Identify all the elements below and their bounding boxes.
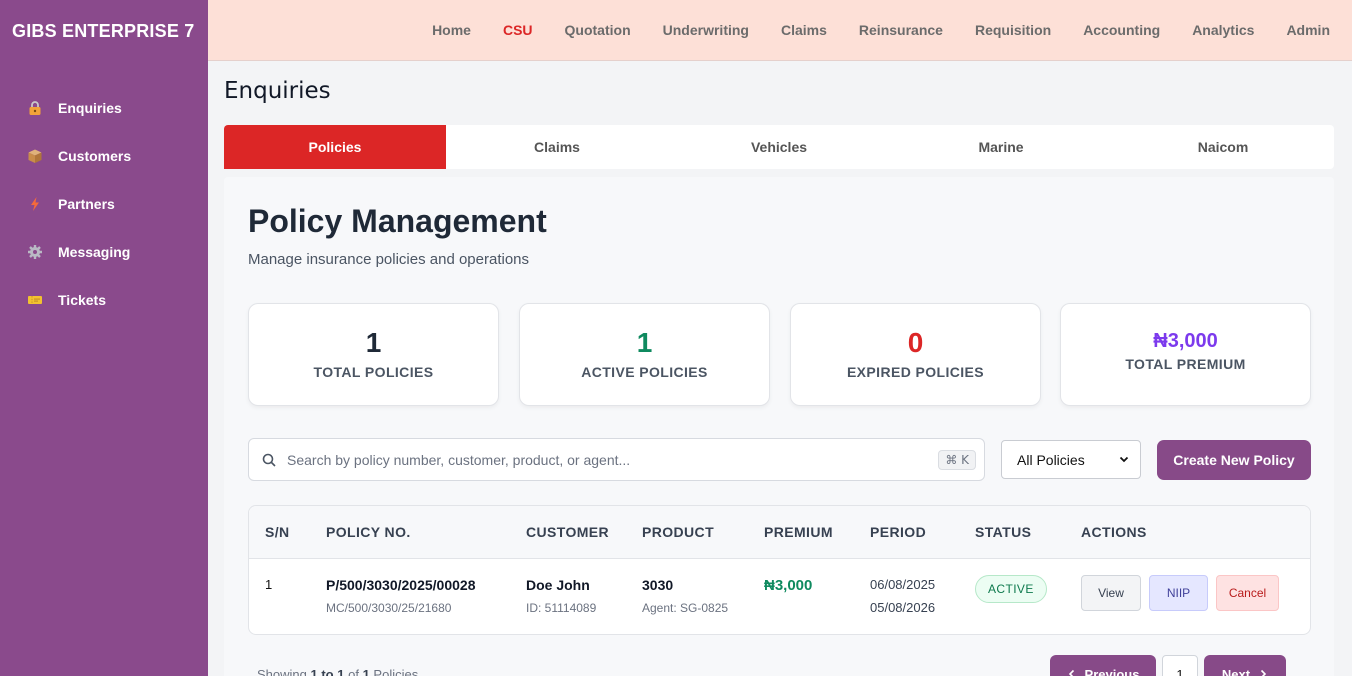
stat-label: EXPIRED POLICIES — [846, 364, 985, 380]
chevron-down-icon — [1118, 452, 1130, 468]
topnav-accounting[interactable]: Accounting — [1067, 22, 1176, 38]
column-header: POLICY NO. — [326, 524, 411, 540]
cell-premium: ₦3,000 — [764, 577, 813, 594]
stat-card-expired-policies: 0 EXPIRED POLICIES — [790, 303, 1041, 406]
column-header: PERIOD — [870, 524, 927, 540]
brand-title[interactable]: GIBS ENTERPRISE 7 — [0, 0, 208, 62]
tab-marine[interactable]: Marine — [890, 125, 1112, 169]
column-header: CUSTOMER — [526, 524, 610, 540]
main-content: Enquiries Policies Claims Vehicles Marin… — [208, 62, 1352, 676]
box-icon — [26, 147, 44, 165]
policies-table: S/N POLICY NO. CUSTOMER PRODUCT PREMIUM … — [248, 505, 1311, 635]
cell-period-end: 05/08/2026 — [870, 600, 936, 615]
topnav-quotation[interactable]: Quotation — [549, 22, 647, 38]
stat-value: 1 — [365, 327, 382, 358]
sidebar-item-label: Partners — [58, 196, 115, 212]
sidebar-item-label: Messaging — [58, 244, 131, 260]
topnav-csu[interactable]: CSU — [487, 22, 549, 38]
topnav-analytics[interactable]: Analytics — [1176, 22, 1270, 38]
create-new-policy-button[interactable]: Create New Policy — [1157, 440, 1311, 480]
column-header: STATUS — [975, 524, 1032, 540]
lock-icon — [26, 99, 44, 117]
top-navigation: Home CSU Quotation Underwriting Claims R… — [208, 0, 1352, 61]
topnav-reinsurance[interactable]: Reinsurance — [843, 22, 959, 38]
stat-card-total-policies: 1 TOTAL POLICIES — [248, 303, 499, 406]
section-title: Policy Management — [248, 203, 547, 239]
niip-button[interactable]: NIIP — [1149, 575, 1208, 611]
sidebar: GIBS ENTERPRISE 7 Enquiries Customers Pa… — [0, 0, 208, 676]
column-header: PRODUCT — [642, 524, 715, 540]
cell-period-start: 06/08/2025 — [870, 577, 936, 592]
sidebar-item-label: Tickets — [58, 292, 106, 308]
cancel-button[interactable]: Cancel — [1216, 575, 1279, 611]
column-header: ACTIONS — [1081, 524, 1147, 540]
stat-value: 0 — [907, 327, 924, 358]
cell-product: 3030 — [642, 577, 674, 593]
topnav-claims[interactable]: Claims — [765, 22, 843, 38]
stat-value: ₦3,000 — [1153, 330, 1218, 352]
tab-naicom[interactable]: Naicom — [1112, 125, 1334, 169]
enquiry-tabs: Policies Claims Vehicles Marine Naicom — [224, 125, 1334, 169]
ticket-icon — [26, 291, 44, 309]
chevron-left-icon — [1067, 667, 1077, 676]
filter-selected-value: All Policies — [1017, 451, 1085, 468]
cell-customer-name: Doe John — [526, 577, 590, 593]
stat-card-total-premium: ₦3,000 TOTAL PREMIUM — [1060, 303, 1311, 406]
sidebar-item-tickets[interactable]: Tickets — [0, 276, 208, 324]
topnav-underwriting[interactable]: Underwriting — [647, 22, 765, 38]
page-title: Enquiries — [224, 78, 331, 104]
search-box: ⌘ K — [248, 438, 985, 481]
sidebar-nav: Enquiries Customers Partners Messaging T… — [0, 84, 208, 324]
sidebar-item-partners[interactable]: Partners — [0, 180, 208, 228]
sidebar-item-label: Customers — [58, 148, 132, 164]
stat-label: ACTIVE POLICIES — [581, 364, 708, 380]
stat-value: 1 — [636, 327, 653, 358]
table-header: S/N POLICY NO. CUSTOMER PRODUCT PREMIUM … — [249, 506, 1310, 559]
sidebar-item-customers[interactable]: Customers — [0, 132, 208, 180]
policy-management-panel: Policy Management Manage insurance polic… — [224, 177, 1334, 676]
cell-policy-number[interactable]: P/500/3030/2025/00028 — [326, 577, 475, 593]
section-subtitle: Manage insurance policies and operations — [248, 251, 530, 268]
keyboard-shortcut-hint: ⌘ K — [938, 449, 976, 470]
sidebar-item-messaging[interactable]: Messaging — [0, 228, 208, 276]
column-header: S/N — [265, 524, 290, 540]
tab-vehicles[interactable]: Vehicles — [668, 125, 890, 169]
cell-sn: 1 — [265, 577, 273, 592]
cell-agent: Agent: SG-0825 — [642, 601, 729, 615]
topnav-admin[interactable]: Admin — [1270, 22, 1346, 38]
view-button[interactable]: View — [1081, 575, 1141, 611]
topnav-requisition[interactable]: Requisition — [959, 22, 1067, 38]
stat-label: TOTAL POLICIES — [313, 364, 434, 380]
sidebar-item-label: Enquiries — [58, 100, 122, 116]
pagination-summary: Showing 1 to 1 of 1 Policies — [257, 667, 419, 676]
stat-label: TOTAL PREMIUM — [1125, 356, 1246, 372]
tab-policies[interactable]: Policies — [224, 125, 446, 169]
sidebar-item-enquiries[interactable]: Enquiries — [0, 84, 208, 132]
chevron-right-icon — [1258, 667, 1268, 676]
column-header: PREMIUM — [764, 524, 833, 540]
policy-filter-select[interactable]: All Policies — [1001, 440, 1141, 479]
stat-card-active-policies: 1 ACTIVE POLICIES — [519, 303, 770, 406]
gear-icon — [26, 243, 44, 261]
lightning-icon — [26, 195, 44, 213]
table-row[interactable]: 1 P/500/3030/2025/00028 MC/500/3030/25/2… — [249, 559, 1310, 634]
status-badge: ACTIVE — [975, 575, 1047, 603]
topnav-home[interactable]: Home — [416, 22, 487, 38]
cell-policy-subnumber: MC/500/3030/25/21680 — [326, 601, 452, 615]
next-page-button[interactable]: Next — [1204, 655, 1286, 676]
search-icon — [261, 452, 277, 468]
previous-page-button[interactable]: Previous — [1050, 655, 1156, 676]
cell-customer-id: ID: 51114089 — [526, 601, 597, 615]
tab-claims[interactable]: Claims — [446, 125, 668, 169]
page-number-button[interactable]: 1 — [1162, 655, 1198, 676]
search-input[interactable] — [287, 451, 939, 468]
